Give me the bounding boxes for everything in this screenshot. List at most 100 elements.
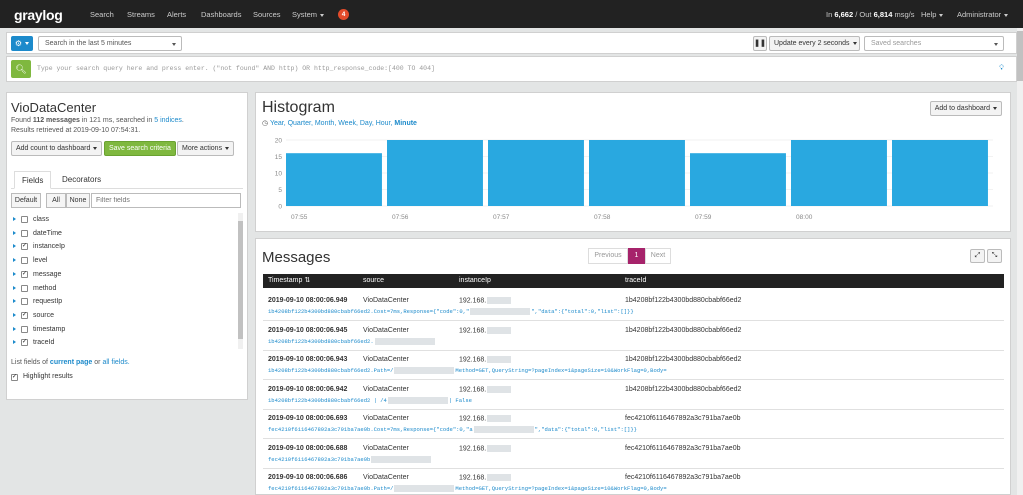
- current-page-link[interactable]: current page: [50, 359, 92, 366]
- resolution-week[interactable]: Week: [338, 120, 356, 127]
- caret-right-icon[interactable]: [13, 285, 16, 290]
- more-actions-button[interactable]: More actions: [177, 141, 235, 156]
- field-name[interactable]: requestIp: [33, 295, 62, 308]
- table-row[interactable]: 2019-09-10 08:00:06.693 VioDataCenter 192.…: [263, 410, 1004, 439]
- resolution-day[interactable]: Day: [360, 120, 372, 127]
- field-checkbox[interactable]: ✓: [21, 339, 28, 347]
- table-row[interactable]: 2019-09-10 08:00:06.942 VioDataCenter 192.…: [263, 381, 1004, 410]
- filter-fields-input[interactable]: [91, 193, 241, 208]
- table-row[interactable]: 2019-09-10 08:00:06.686 VioDataCenter 192.…: [263, 469, 1004, 494]
- filter-default-button[interactable]: Default: [11, 193, 41, 208]
- field-name[interactable]: source: [33, 309, 54, 322]
- add-to-dashboard-button[interactable]: Add to dashboard: [929, 101, 1002, 116]
- field-name[interactable]: method: [33, 282, 56, 295]
- table-row[interactable]: 2019-09-10 08:00:06.943 VioDataCenter 192.…: [263, 351, 1004, 380]
- field-checkbox[interactable]: [21, 257, 28, 265]
- pause-refresh-button[interactable]: ❚❚: [753, 36, 767, 51]
- column-source[interactable]: source: [363, 274, 384, 288]
- caret-right-icon[interactable]: [13, 217, 16, 221]
- histogram-bar[interactable]: [791, 140, 887, 206]
- field-checkbox[interactable]: [21, 298, 28, 306]
- collapse-messages-button[interactable]: ⤡: [987, 249, 1002, 263]
- histogram-bar[interactable]: [286, 153, 382, 206]
- all-fields-link[interactable]: all fields.: [102, 359, 129, 366]
- sort-icon[interactable]: ⇅: [304, 277, 310, 284]
- saved-searches-select[interactable]: Saved searches: [864, 36, 1004, 51]
- notification-badge[interactable]: 4: [338, 9, 349, 20]
- column-traceid[interactable]: traceId: [625, 274, 646, 288]
- add-count-to-dashboard-button[interactable]: Add count to dashboard: [11, 141, 103, 156]
- scrollbar-thumb[interactable]: [238, 221, 243, 339]
- update-interval-button[interactable]: Update every 2 seconds: [769, 36, 860, 51]
- pagination-next[interactable]: Next: [645, 248, 671, 264]
- field-name[interactable]: dateTime: [33, 227, 62, 240]
- table-row[interactable]: 2019-09-10 08:00:06.949 VioDataCenter 192.…: [263, 292, 1004, 321]
- field-name[interactable]: message: [33, 268, 61, 281]
- nav-system[interactable]: System: [292, 10, 325, 19]
- field-checkbox[interactable]: [21, 284, 28, 292]
- resolution-year[interactable]: Year: [270, 120, 284, 127]
- field-name[interactable]: timestamp: [33, 323, 65, 336]
- resolution-month[interactable]: Month: [315, 120, 334, 127]
- field-name[interactable]: level: [33, 254, 47, 267]
- field-name[interactable]: instanceIp: [33, 240, 65, 253]
- expand-messages-button[interactable]: ⤢: [970, 249, 985, 263]
- nav-search[interactable]: Search: [90, 10, 114, 19]
- message-text[interactable]: 1b4208bf122b4300bd880cbabf66ed2.: [268, 338, 1003, 345]
- search-query-input[interactable]: Type your search query here and press en…: [37, 65, 435, 72]
- caret-right-icon[interactable]: [13, 326, 16, 331]
- table-row[interactable]: 2019-09-10 08:00:06.945 VioDataCenter 192.…: [263, 322, 1004, 351]
- caret-right-icon[interactable]: [13, 340, 16, 345]
- column-instanceip[interactable]: instanceIp: [459, 274, 491, 288]
- caret-right-icon[interactable]: [13, 271, 16, 276]
- caret-right-icon[interactable]: [13, 299, 16, 304]
- lightbulb-icon[interactable]: 💡︎: [999, 65, 1004, 73]
- table-row[interactable]: 2019-09-10 08:00:06.688 VioDataCenter 192.…: [263, 440, 1004, 469]
- resolution-minute[interactable]: Minute: [394, 120, 417, 127]
- resolution-hour[interactable]: Hour: [376, 120, 391, 127]
- pagination-page-current[interactable]: 1: [628, 248, 645, 264]
- filter-none-button[interactable]: None: [66, 193, 90, 208]
- message-text[interactable]: 1b4208bf122b4300bd880cbabf66ed2.Path=/ Me…: [268, 367, 1003, 375]
- field-name[interactable]: traceId: [33, 336, 54, 349]
- column-timestamp[interactable]: Timestamp ⇅: [268, 274, 310, 288]
- message-text[interactable]: fec4210f6116467892a3c791ba7ae0b.Path=/ Me…: [268, 485, 1003, 493]
- message-text[interactable]: 1b4208bf122b4300bd880cbabf66ed2 | /4 | Fa…: [268, 397, 1003, 404]
- histogram-bar[interactable]: [589, 140, 685, 206]
- histogram-bar[interactable]: [892, 140, 988, 206]
- resolution-quarter[interactable]: Quarter: [288, 120, 311, 127]
- histogram-bar[interactable]: [488, 140, 584, 206]
- nav-sources[interactable]: Sources: [253, 10, 281, 19]
- time-range-select[interactable]: Search in the last 5 minutes: [38, 36, 182, 51]
- field-checkbox[interactable]: [21, 216, 28, 223]
- indices-link[interactable]: 5 indices: [154, 117, 182, 124]
- message-text[interactable]: fec4210f6116467892a3c791ba7ae0b: [268, 456, 1003, 463]
- histogram-bar[interactable]: [387, 140, 483, 206]
- message-text[interactable]: 1b4208bf122b4300bd880cbabf66ed2.Cost=7ms…: [268, 308, 1003, 316]
- window-scrollbar-thumb[interactable]: [1017, 31, 1023, 81]
- search-options-button[interactable]: ⚙: [11, 36, 33, 51]
- highlight-checkbox[interactable]: ✓: [11, 374, 18, 381]
- nav-alerts[interactable]: Alerts: [167, 10, 186, 19]
- message-text[interactable]: fec4210f6116467892a3c791ba7ae0b.Cost=7ms…: [268, 426, 1003, 434]
- nav-help[interactable]: Help: [921, 10, 944, 19]
- caret-right-icon[interactable]: [13, 258, 16, 263]
- nav-dashboards[interactable]: Dashboards: [201, 10, 241, 19]
- pagination-previous[interactable]: Previous: [588, 248, 628, 264]
- caret-right-icon[interactable]: [13, 230, 16, 235]
- field-list-scrollbar[interactable]: [238, 213, 243, 349]
- field-checkbox[interactable]: ✓: [21, 270, 28, 278]
- tab-fields[interactable]: Fields: [14, 171, 52, 189]
- field-checkbox[interactable]: ✓: [21, 243, 28, 251]
- caret-right-icon[interactable]: [13, 244, 16, 249]
- field-checkbox[interactable]: [21, 325, 28, 333]
- nav-streams[interactable]: Streams: [127, 10, 155, 19]
- nav-user-menu[interactable]: Administrator: [957, 10, 1009, 19]
- field-name[interactable]: class: [33, 213, 49, 226]
- save-search-criteria-button[interactable]: Save search criteria: [104, 141, 176, 156]
- histogram-bar[interactable]: [690, 153, 786, 206]
- field-checkbox[interactable]: [21, 229, 28, 237]
- filter-all-button[interactable]: All: [46, 193, 66, 208]
- field-checkbox[interactable]: ✓: [21, 311, 28, 319]
- caret-right-icon[interactable]: [13, 312, 16, 317]
